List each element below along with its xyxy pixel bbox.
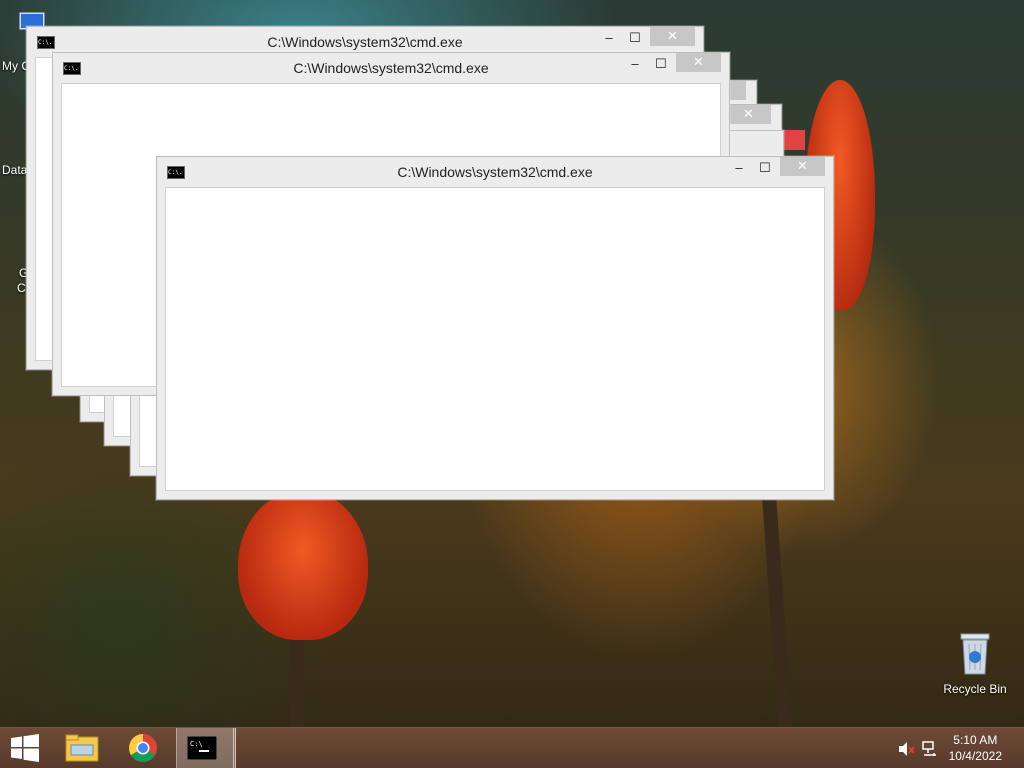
console-area[interactable] (165, 187, 825, 491)
maximize-button[interactable]: ☐ (622, 30, 648, 48)
maximize-button[interactable]: ☐ (648, 56, 674, 74)
minimize-button[interactable]: – (726, 160, 752, 178)
file-explorer-icon (65, 734, 99, 762)
tulip-stem-right (761, 489, 793, 731)
minimize-button[interactable]: – (622, 56, 648, 74)
windows-logo-icon (11, 734, 39, 762)
maximize-button[interactable]: ☐ (752, 160, 778, 178)
taskbar-chrome[interactable] (118, 728, 170, 768)
title-bar[interactable]: C:\. C:\Windows\system32\cmd.exe – ☐ ✕ (53, 53, 729, 83)
clock-time: 5:10 AM (953, 733, 998, 747)
desktop-icon-label-line2: C (17, 281, 26, 295)
desktop-icon-label: Recycle Bin (943, 682, 1007, 696)
cmd-window-active[interactable]: C:\. C:\Windows\system32\cmd.exe – ☐ ✕ (156, 156, 834, 500)
close-button[interactable]: ✕ (650, 27, 695, 46)
svg-text:C:\: C:\ (190, 740, 203, 748)
network-icon[interactable] (922, 741, 940, 757)
close-button[interactable]: ✕ (676, 53, 721, 72)
close-button[interactable]: ✕ (726, 105, 771, 124)
clock[interactable]: 5:10 AM 10/4/2022 (949, 732, 1002, 764)
tulip-flower-left (238, 490, 368, 640)
desktop-icon-label: Data (2, 163, 28, 177)
taskbar-cmd-active[interactable]: C:\ (176, 728, 236, 768)
taskbar-file-explorer[interactable] (56, 728, 108, 768)
taskbar: C:\ 5:10 AM 10/4/2022 (0, 727, 1024, 768)
start-button[interactable] (0, 728, 50, 768)
chrome-icon (129, 734, 157, 762)
clock-date: 10/4/2022 (948, 749, 1002, 763)
recycle-bin-icon (955, 630, 995, 678)
desktop-icon-recycle-bin[interactable]: Recycle Bin (940, 630, 1010, 696)
cmd-icon: C:\ (187, 736, 217, 760)
minimize-button[interactable]: – (596, 30, 622, 48)
close-button[interactable]: ✕ (780, 157, 825, 176)
title-bar[interactable]: C:\. C:\Windows\system32\cmd.exe – ☐ ✕ (157, 157, 833, 187)
speaker-muted-icon[interactable] (898, 741, 916, 757)
close-button-red-fragment[interactable] (781, 130, 805, 150)
